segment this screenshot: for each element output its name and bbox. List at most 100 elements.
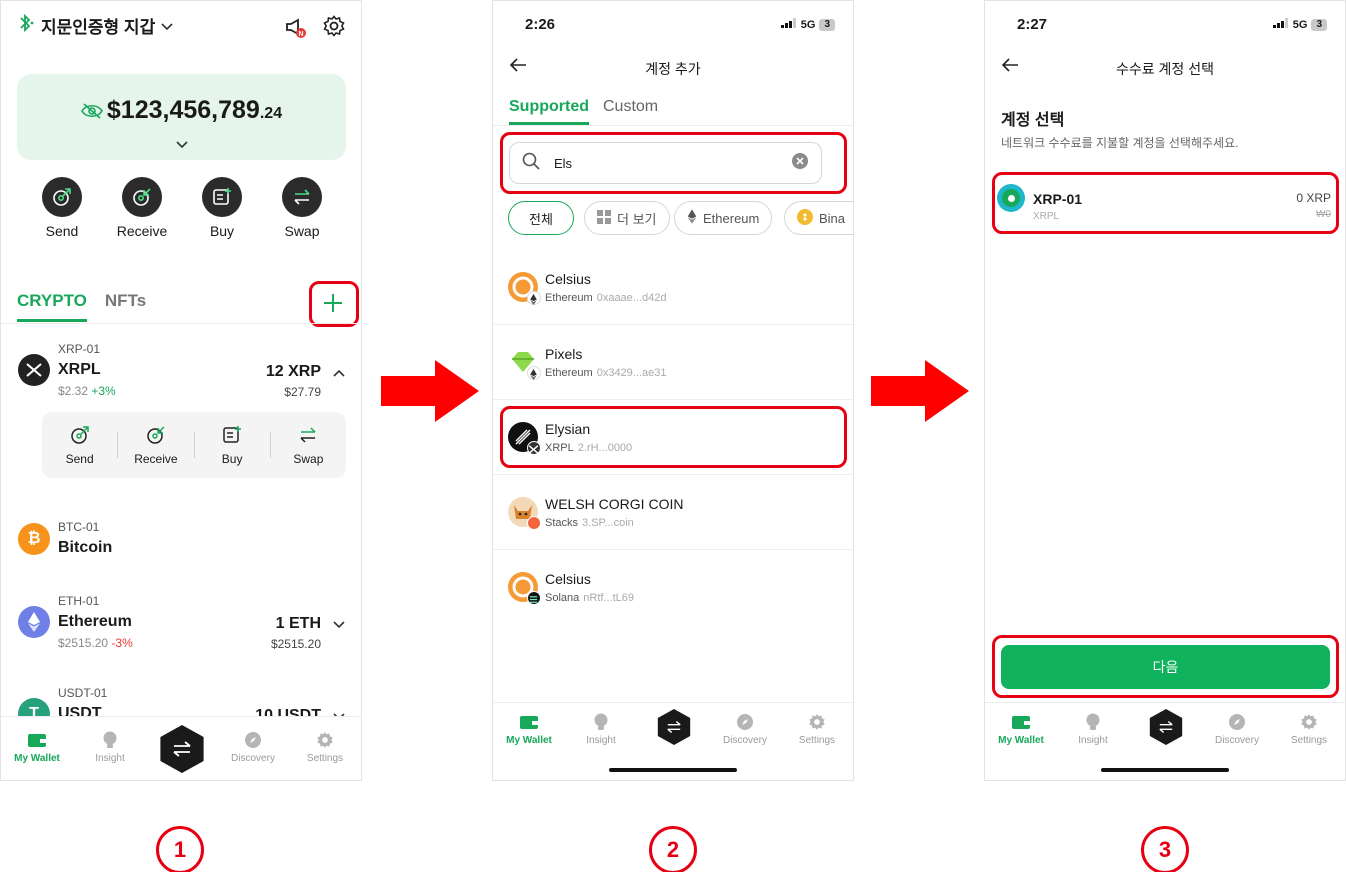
chevron-down-icon[interactable] <box>333 616 345 634</box>
asset-receive-button[interactable]: Receive <box>118 424 193 466</box>
asset-row-xrp[interactable]: XRP-01 XRPL $2.32 +3% 12 XRP $27.79 <box>17 342 345 399</box>
token-row-welsh-corgi[interactable]: WELSH CORGI COIN Stacks 3.SP...coin <box>493 475 853 550</box>
nav-discovery[interactable]: Discovery <box>1205 713 1269 746</box>
fee-account-screen: 2:27 5G 3 수수료 계정 선택 계정 선택 네트워크 수수료를 지불할 … <box>984 0 1346 781</box>
battery-level: 3 <box>1311 18 1327 31</box>
arrow-right-icon <box>381 360 479 422</box>
gear-icon[interactable] <box>323 15 345 42</box>
compass-icon <box>735 713 755 731</box>
token-row-elysian[interactable]: Elysian XRPL 2.rH...0000 <box>493 400 853 475</box>
asset-actions: Send Receive Buy Swap <box>42 412 346 478</box>
token-type-tabs: Supported Custom <box>509 98 658 125</box>
tab-custom[interactable]: Custom <box>603 98 658 125</box>
wallet-selector[interactable]: 지문인증형 지갑 <box>17 13 173 38</box>
tab-nfts[interactable]: NFTs <box>105 291 146 322</box>
nav-label: Settings <box>306 753 344 764</box>
buy-icon <box>202 177 242 217</box>
chevron-up-icon[interactable] <box>333 364 345 382</box>
elysian-icon <box>508 422 541 455</box>
swap-button[interactable]: Swap <box>262 177 342 239</box>
corgi-icon <box>508 497 541 530</box>
token-address: 0x3429...ae31 <box>596 367 667 379</box>
fee-account-option[interactable]: XRP-01 XRPL 0 XRP ₩0 <box>997 183 1335 223</box>
asset-value: $27.79 <box>284 385 321 399</box>
stacks-badge-icon <box>527 516 541 530</box>
swap-label: Swap <box>284 223 320 239</box>
token-name: Celsius <box>545 571 591 587</box>
nav-insight[interactable]: Insight <box>78 731 142 764</box>
celsius-icon <box>508 272 541 305</box>
nav-insight[interactable]: Insight <box>569 713 633 746</box>
asset-price: $2.32 <box>58 384 89 398</box>
radio-selected-icon[interactable] <box>997 184 1025 212</box>
chip-label: 전체 <box>529 211 553 227</box>
receive-button[interactable]: Receive <box>102 177 182 239</box>
nav-label: Insight <box>95 753 125 764</box>
tab-crypto[interactable]: CRYPTO <box>17 291 87 322</box>
nav-settings[interactable]: Settings <box>1277 713 1341 746</box>
token-row-celsius-eth[interactable]: Celsius Ethereum 0xaaae...d42d <box>493 250 853 325</box>
buy-button[interactable]: Buy <box>182 177 262 239</box>
asset-row-eth[interactable]: ETH-01 Ethereum $2515.20 -3% 1 ETH $2515… <box>17 594 345 651</box>
swap-center-button[interactable] <box>657 709 691 745</box>
asset-amount: 1 ETH <box>275 615 321 632</box>
search-input[interactable]: Els <box>509 142 822 184</box>
chip-more[interactable]: 더 보기 <box>584 201 670 235</box>
token-row-celsius-sol[interactable]: Celsius Solana nRtf...tL69 <box>493 550 853 625</box>
nav-discovery[interactable]: Discovery <box>713 713 777 746</box>
token-name: Pixels <box>545 346 583 362</box>
chip-label: Ethereum <box>703 210 760 226</box>
nav-discovery[interactable]: Discovery <box>221 731 285 764</box>
asset-send-label: Send <box>65 452 94 466</box>
send-button[interactable]: Send <box>22 177 102 239</box>
compass-icon <box>243 731 263 749</box>
asset-row-btc[interactable]: BTC-01 Bitcoin <box>17 520 345 557</box>
nav-insight[interactable]: Insight <box>1061 713 1125 746</box>
balance-main: $123,456,789 <box>106 96 260 124</box>
nav-my-wallet[interactable]: My Wallet <box>989 713 1053 746</box>
nav-settings[interactable]: Settings <box>293 731 357 764</box>
signal-icon <box>780 18 797 31</box>
token-name: Celsius <box>545 271 591 287</box>
chevron-down-icon[interactable] <box>176 136 188 154</box>
asset-swap-button[interactable]: Swap <box>271 424 346 466</box>
compass-icon <box>1227 713 1247 731</box>
token-row-pixels[interactable]: Pixels Ethereum 0x3429...ae31 <box>493 325 853 400</box>
chip-label: 더 보기 <box>617 211 657 227</box>
account-amount: 0 XRP <box>1296 191 1331 205</box>
next-button[interactable]: 다음 <box>1001 645 1330 689</box>
asset-send-button[interactable]: Send <box>42 424 117 466</box>
swap-center-button[interactable] <box>1149 709 1183 745</box>
swap-center-button[interactable] <box>160 725 204 773</box>
send-icon <box>69 424 91 449</box>
chip-all[interactable]: 전체 <box>508 201 574 235</box>
eye-off-icon[interactable] <box>80 97 103 126</box>
asset-account: XRP-01 <box>58 342 101 356</box>
tab-supported[interactable]: Supported <box>509 98 589 125</box>
ethereum-icon <box>687 209 697 227</box>
add-account-button[interactable] <box>321 291 345 320</box>
nav-settings[interactable]: Settings <box>785 713 849 746</box>
buy-icon <box>221 424 243 449</box>
chip-ethereum[interactable]: Ethereum <box>674 201 773 235</box>
chip-binance[interactable]: Bina <box>784 201 853 235</box>
grid-icon <box>597 209 611 227</box>
nav-my-wallet[interactable]: My Wallet <box>5 731 69 764</box>
asset-account: ETH-01 <box>58 594 100 608</box>
step-number-2: 2 <box>649 826 697 872</box>
asset-buy-button[interactable]: Buy <box>195 424 270 466</box>
account-network: XRPL <box>1033 211 1060 222</box>
xrp-badge-icon <box>527 441 541 455</box>
clear-icon[interactable] <box>791 152 809 175</box>
balance-card[interactable]: $123,456,789.24 <box>17 74 346 160</box>
nav-label: Insight <box>586 735 616 746</box>
token-network: XRPL <box>545 442 574 454</box>
announcement-icon[interactable]: N <box>284 15 308 44</box>
asset-account: BTC-01 <box>58 520 100 534</box>
bluetooth-fingerprint-icon <box>17 13 35 38</box>
token-address: 2.rH...0000 <box>577 442 633 454</box>
token-network: Ethereum <box>545 292 593 304</box>
bulb-icon <box>1083 713 1103 731</box>
nav-my-wallet[interactable]: My Wallet <box>497 713 561 746</box>
quick-actions: Send Receive Buy Swap <box>22 177 342 239</box>
